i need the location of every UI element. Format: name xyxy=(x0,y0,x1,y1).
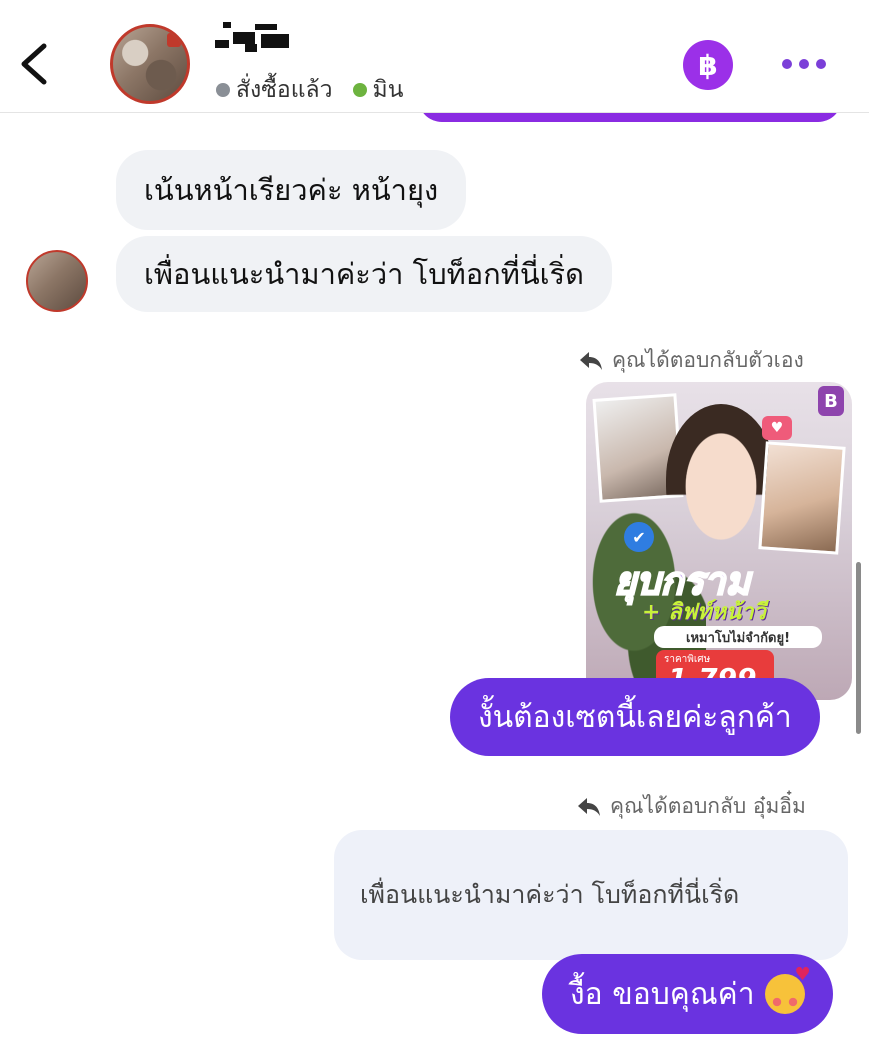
sender-avatar[interactable] xyxy=(26,250,88,312)
scrollbar[interactable] xyxy=(856,562,861,734)
contact-avatar[interactable] xyxy=(110,24,190,104)
more-options-button[interactable] xyxy=(782,52,826,76)
quoted-text: เพื่อนแนะนำมาค่ะว่า โบท็อกที่นี่เริ่ด xyxy=(360,880,740,909)
baht-badge-icon[interactable]: ฿ xyxy=(683,40,733,90)
order-status-label: สั่งซื้อแล้ว xyxy=(236,77,333,103)
more-dot-icon xyxy=(782,59,792,69)
message-text: เพื่อนแนะนำมาค่ะว่า โบท็อกที่นี่เริ่ด xyxy=(144,257,584,291)
reply-label-text: คุณได้ตอบกลับตัวเอง xyxy=(612,348,804,372)
back-button[interactable] xyxy=(14,40,54,88)
agent-name-label: มิน xyxy=(372,77,404,103)
outgoing-message[interactable]: งั้นต้องเซตนี้เลยค่ะลูกค้า xyxy=(450,678,820,756)
message-text: งั้นต้องเซตนี้เลยค่ะลูกค้า xyxy=(478,699,792,735)
agent-status-dot xyxy=(352,83,367,97)
incoming-message[interactable]: เน้นหน้าเรียวค่ะ หน้ายุง xyxy=(116,150,467,230)
incoming-message[interactable]: เพื่อนแนะนำมาค่ะว่า โบท็อกที่นี่เริ่ด xyxy=(116,236,612,312)
more-dot-icon xyxy=(816,59,826,69)
reply-label-text: คุณได้ตอบกลับ อุ๋มอิ๋ม xyxy=(610,794,806,818)
clinic-logo-icon: B xyxy=(818,386,844,416)
promo-tagline: เหมาโบไม่จำกัดยู! xyxy=(654,626,822,648)
contact-status-row: สั่งซื้อแล้ว มิน xyxy=(216,72,403,108)
reply-arrow-icon xyxy=(578,797,600,816)
promo-subtitle: + ลิฟท์หน้าวี xyxy=(642,600,766,625)
reply-arrow-icon xyxy=(580,351,602,370)
contact-name-censored xyxy=(215,22,291,54)
message-text: เน้นหน้าเรียวค่ะ หน้ายุง xyxy=(144,173,439,207)
chat-header: สั่งซื้อแล้ว มิน ฿ xyxy=(0,0,869,113)
order-status-dot xyxy=(216,83,230,97)
reply-context-label: คุณได้ตอบกลับ อุ๋มอิ๋ม xyxy=(576,790,806,823)
chevron-left-icon xyxy=(21,43,47,85)
thumbs-up-icon: ✔ xyxy=(624,522,654,552)
quoted-message[interactable]: เพื่อนแนะนำมาค่ะว่า โบท็อกที่นี่เริ่ด xyxy=(334,830,848,960)
promo-image[interactable]: ♥ ✔ B ยุบกราม + ลิฟท์หน้าวี เหมาโบไม่จำก… xyxy=(586,382,852,700)
outgoing-message[interactable]: งื้อ ขอบคุณค่า xyxy=(542,954,833,1034)
heart-icon: ♥ xyxy=(762,416,792,440)
reply-context-label: คุณได้ตอบกลับตัวเอง xyxy=(578,344,804,377)
message-text: งื้อ ขอบคุณค่า xyxy=(570,976,755,1012)
promo-after-photo xyxy=(758,441,846,555)
smiling-face-with-hearts-icon xyxy=(764,964,811,1014)
more-dot-icon xyxy=(799,59,809,69)
